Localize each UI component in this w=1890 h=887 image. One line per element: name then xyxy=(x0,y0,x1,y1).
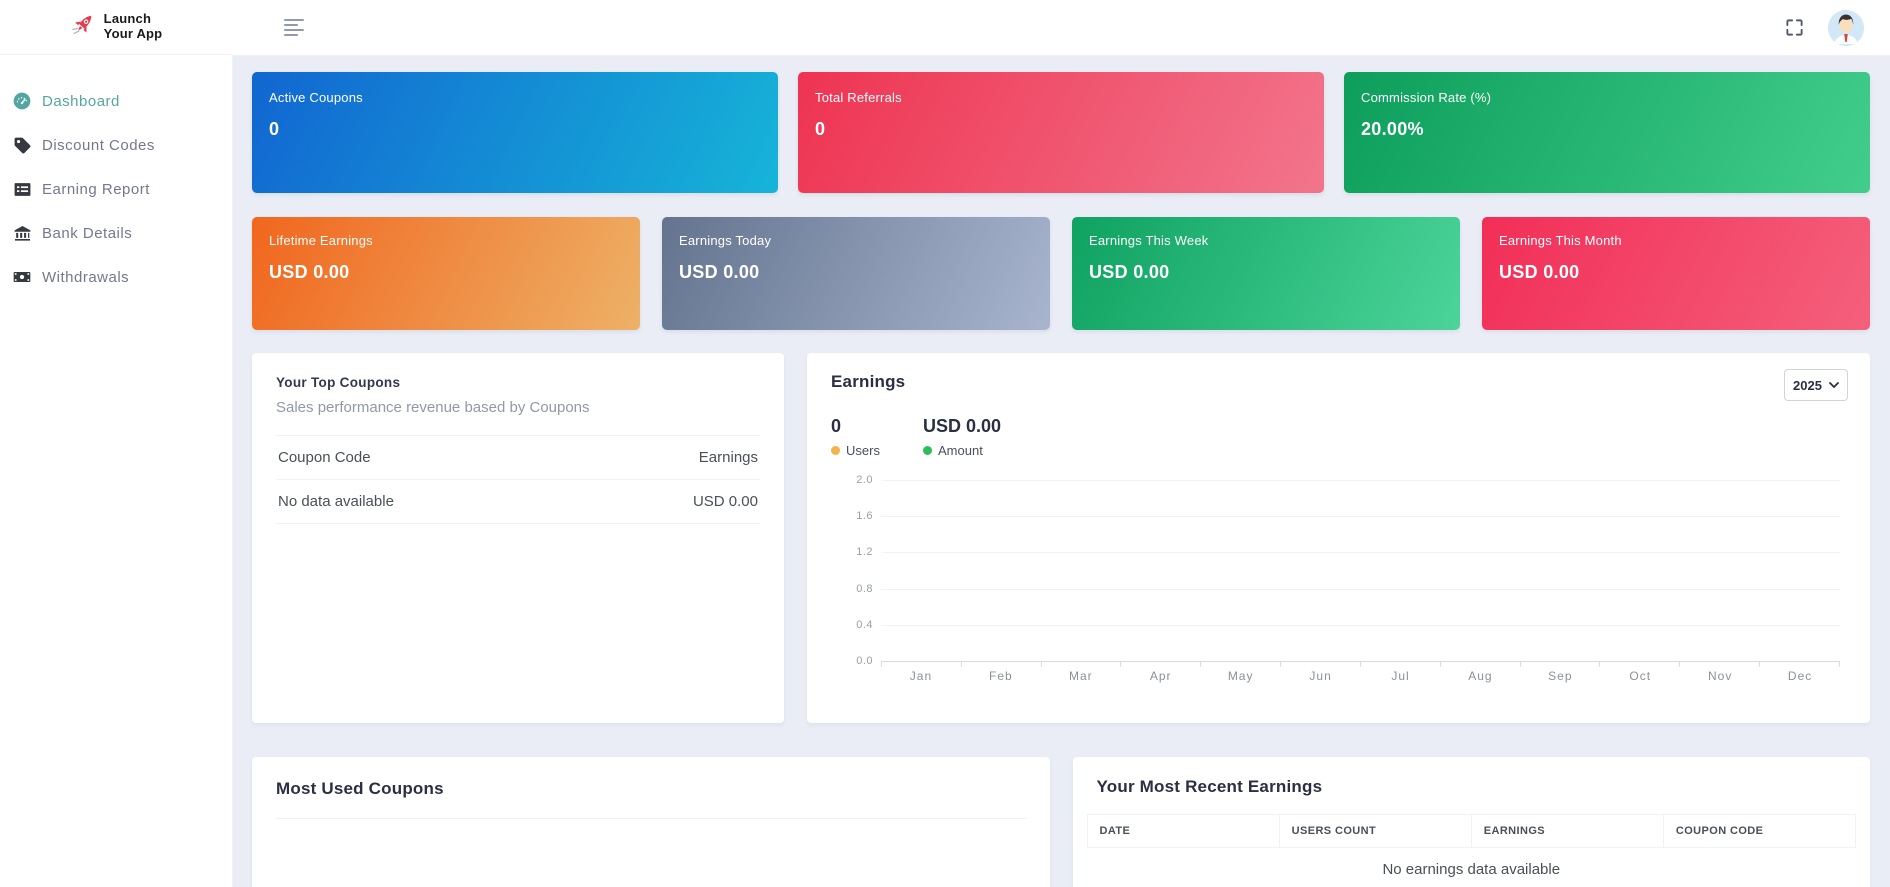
sidebar-item-earning-report[interactable]: Earning Report xyxy=(0,167,232,211)
x-tick: Jan xyxy=(881,669,961,683)
y-tick: 0.8 xyxy=(833,583,873,595)
menu-toggle-icon[interactable] xyxy=(280,15,308,40)
stat-title: Commission Rate (%) xyxy=(1361,90,1853,105)
app-root: LaunchYour App Dashboard xyxy=(0,0,1890,887)
tag-icon xyxy=(11,136,33,155)
stat-title: Active Coupons xyxy=(269,90,761,105)
legend-amount: USD 0.00 Amount xyxy=(923,416,1015,458)
main-area: Active Coupons 0 Total Referrals 0 Commi… xyxy=(232,0,1890,887)
user-avatar[interactable] xyxy=(1828,10,1864,46)
stat-value: 20.00% xyxy=(1361,119,1853,140)
recent-earnings-card: Your Most Recent Earnings DATE USERS COU… xyxy=(1073,757,1871,887)
y-tick: 2.0 xyxy=(833,474,873,486)
sidebar-item-label: Earning Report xyxy=(42,181,150,198)
x-tick: Aug xyxy=(1440,669,1520,683)
brand-name: LaunchYour App xyxy=(104,12,163,42)
fullscreen-icon[interactable] xyxy=(1785,18,1804,37)
x-tick: Dec xyxy=(1760,669,1840,683)
amount-dot-icon xyxy=(923,446,932,455)
sidebar-item-label: Dashboard xyxy=(42,93,120,110)
y-tick: 0.0 xyxy=(833,655,873,667)
stat-card-total-referrals: Total Referrals 0 xyxy=(798,72,1324,193)
rocket-icon xyxy=(70,11,97,43)
stat-title: Lifetime Earnings xyxy=(269,233,623,248)
stat-value: USD 0.00 xyxy=(1089,262,1443,283)
x-tick: Jul xyxy=(1361,669,1441,683)
stat-title: Earnings This Week xyxy=(1089,233,1443,248)
chevron-down-icon xyxy=(1829,382,1839,388)
stat-value: USD 0.00 xyxy=(679,262,1033,283)
speedometer-icon xyxy=(11,91,33,111)
year-select[interactable]: 2025 xyxy=(1784,369,1848,401)
stat-card-earnings-month: Earnings This Month USD 0.00 xyxy=(1482,217,1870,330)
x-tick: Feb xyxy=(961,669,1041,683)
earnings-line-chart: 2.0 1.6 1.2 0.8 0.4 0.0 Jan F xyxy=(831,474,1846,696)
cell-earnings: USD 0.00 xyxy=(583,480,760,524)
most-used-title: Most Used Coupons xyxy=(276,779,1026,799)
x-axis-labels: Jan Feb Mar Apr May Jun Jul Aug Sep Oct … xyxy=(881,669,1840,683)
stat-card-active-coupons: Active Coupons 0 xyxy=(252,72,778,193)
stat-value: 0 xyxy=(269,119,761,140)
x-axis-ticks xyxy=(881,661,1840,667)
report-icon xyxy=(11,180,33,199)
y-tick: 1.2 xyxy=(833,546,873,558)
stat-card-lifetime-earnings: Lifetime Earnings USD 0.00 xyxy=(252,217,640,330)
x-tick: Apr xyxy=(1121,669,1201,683)
top-coupons-title: Your Top Coupons xyxy=(276,375,760,390)
top-coupons-subtitle: Sales performance revenue based by Coupo… xyxy=(276,399,760,416)
top-coupons-table: Coupon Code Earnings No data available U… xyxy=(276,435,760,524)
x-tick: Sep xyxy=(1520,669,1600,683)
stat-card-commission-rate: Commission Rate (%) 20.00% xyxy=(1344,72,1870,193)
brand-logo[interactable]: LaunchYour App xyxy=(0,0,232,55)
sidebar-item-bank-details[interactable]: Bank Details xyxy=(0,211,232,255)
earnings-title: Earnings xyxy=(831,372,1846,392)
year-select-value: 2025 xyxy=(1793,378,1822,393)
recent-earnings-title: Your Most Recent Earnings xyxy=(1087,777,1857,814)
stat-card-earnings-today: Earnings Today USD 0.00 xyxy=(662,217,1050,330)
stat-value: 0 xyxy=(815,119,1307,140)
column-header-users-count: USERS COUNT xyxy=(1279,815,1471,848)
sidebar-nav: Dashboard Discount Codes xyxy=(0,55,232,299)
table-row: No earnings data available xyxy=(1087,848,1856,887)
earnings-chart-card: Earnings 2025 0 Users xyxy=(807,353,1870,723)
y-tick: 1.6 xyxy=(833,510,873,522)
column-header-coupon-code: COUPON CODE xyxy=(1663,815,1855,848)
users-dot-icon xyxy=(831,446,840,455)
recent-earnings-table: DATE USERS COUNT EARNINGS COUPON CODE No… xyxy=(1087,814,1857,887)
column-header-earnings: EARNINGS xyxy=(1471,815,1663,848)
bank-icon xyxy=(11,224,33,243)
stat-title: Total Referrals xyxy=(815,90,1307,105)
sidebar-item-label: Withdrawals xyxy=(42,269,129,286)
sidebar-item-withdrawals[interactable]: Withdrawals xyxy=(0,255,232,299)
x-tick: Mar xyxy=(1041,669,1121,683)
x-tick: Oct xyxy=(1600,669,1680,683)
chart-legend: 0 Users USD 0.00 Amount xyxy=(831,416,1846,458)
empty-message: No earnings data available xyxy=(1087,848,1856,887)
sidebar: LaunchYour App Dashboard xyxy=(0,0,232,887)
x-tick: Jun xyxy=(1281,669,1361,683)
legend-users: 0 Users xyxy=(831,416,923,458)
x-tick: May xyxy=(1201,669,1281,683)
column-header-earnings: Earnings xyxy=(583,436,760,480)
stat-value: USD 0.00 xyxy=(269,262,623,283)
cell-coupon-code: No data available xyxy=(276,480,583,524)
column-header-date: DATE xyxy=(1087,815,1279,848)
sidebar-item-label: Bank Details xyxy=(42,225,132,242)
table-row: No data available USD 0.00 xyxy=(276,480,760,524)
topbar xyxy=(232,0,1890,55)
most-used-coupons-card: Most Used Coupons xyxy=(252,757,1050,887)
sidebar-item-discount-codes[interactable]: Discount Codes xyxy=(0,123,232,167)
dashboard-content: Active Coupons 0 Total Referrals 0 Commi… xyxy=(232,55,1890,887)
stat-card-earnings-week: Earnings This Week USD 0.00 xyxy=(1072,217,1460,330)
sidebar-item-dashboard[interactable]: Dashboard xyxy=(0,79,232,123)
x-tick: Nov xyxy=(1680,669,1760,683)
stat-title: Earnings Today xyxy=(679,233,1033,248)
stat-title: Earnings This Month xyxy=(1499,233,1853,248)
column-header-coupon-code: Coupon Code xyxy=(276,436,583,480)
sidebar-item-label: Discount Codes xyxy=(42,137,155,154)
top-coupons-card: Your Top Coupons Sales performance reven… xyxy=(252,353,784,723)
y-tick: 0.4 xyxy=(833,619,873,631)
cash-icon xyxy=(11,267,33,287)
stat-value: USD 0.00 xyxy=(1499,262,1853,283)
